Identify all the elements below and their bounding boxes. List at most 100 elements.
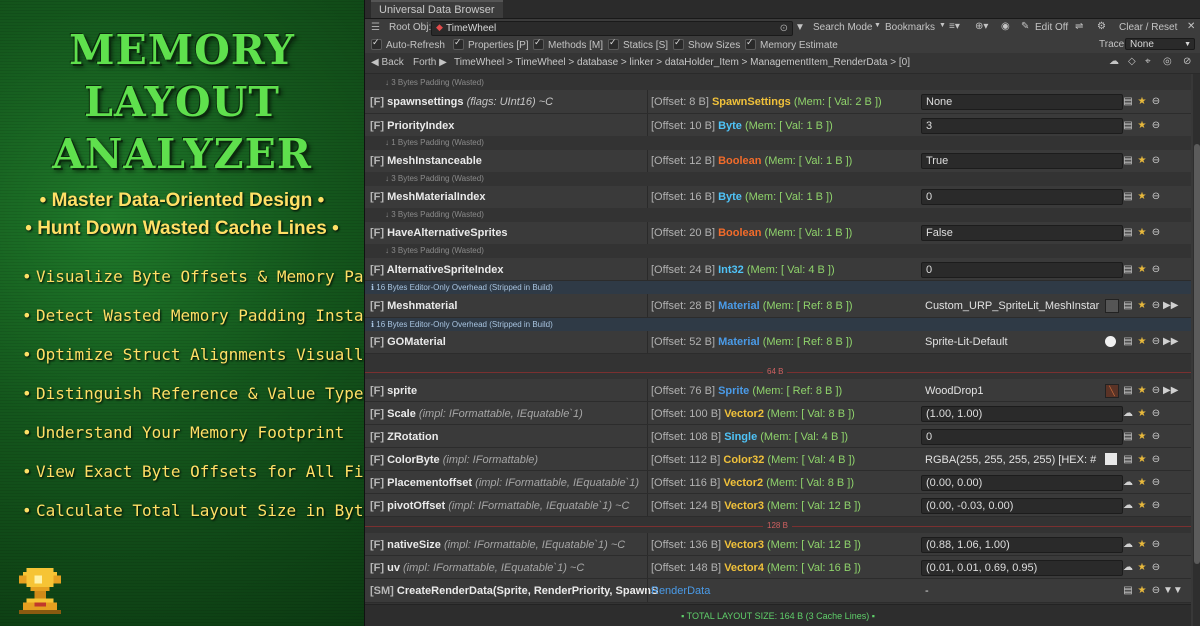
link-icon[interactable]: ⊖ bbox=[1149, 191, 1163, 202]
link-icon[interactable]: ⊖ bbox=[1149, 408, 1163, 419]
copy-icon[interactable]: ▤ bbox=[1121, 300, 1135, 311]
scrollbar[interactable] bbox=[1193, 74, 1200, 626]
field-row[interactable]: [F] nativeSize (impl: IFormattable, IEqu… bbox=[365, 533, 1191, 556]
link-icon[interactable]: ⊖ bbox=[1149, 477, 1163, 488]
link-icon[interactable]: ⊖ bbox=[1149, 585, 1163, 596]
link-icon[interactable]: ⊖ bbox=[1149, 336, 1163, 347]
cloud-icon[interactable]: ☁ bbox=[1109, 56, 1119, 67]
star-icon[interactable]: ★ bbox=[1135, 477, 1149, 488]
window-tab[interactable]: Universal Data Browser bbox=[371, 0, 503, 18]
link-icon[interactable]: ⊖ bbox=[1149, 300, 1163, 311]
copy-icon[interactable]: ▤ bbox=[1121, 96, 1135, 107]
properties-toggle[interactable]: Properties [P] bbox=[453, 37, 529, 51]
refresh-icon[interactable]: ⇌ bbox=[1075, 21, 1083, 32]
link-icon[interactable]: ⊖ bbox=[1149, 227, 1163, 238]
star-icon[interactable]: ★ bbox=[1135, 264, 1149, 275]
field-value-input[interactable]: (1.00, 1.00) bbox=[921, 406, 1123, 422]
copy-icon[interactable]: ▤ bbox=[1121, 454, 1135, 465]
expand-icon[interactable]: ▶▶ bbox=[1163, 385, 1178, 396]
star-icon[interactable]: ★ bbox=[1135, 96, 1149, 107]
link-icon[interactable]: ⊖ bbox=[1149, 155, 1163, 166]
star-icon[interactable]: ★ bbox=[1135, 120, 1149, 131]
color-swatch[interactable] bbox=[1105, 453, 1117, 465]
star-icon[interactable]: ★ bbox=[1135, 336, 1149, 347]
breadcrumb[interactable]: TimeWheel > TimeWheel > database > linke… bbox=[454, 57, 910, 68]
eye-icon[interactable]: ◉ bbox=[1001, 21, 1010, 32]
cloud-icon[interactable]: ☁ bbox=[1121, 539, 1135, 550]
trace-dropdown[interactable]: None ▼ bbox=[1125, 38, 1195, 50]
statics-toggle[interactable]: Statics [S] bbox=[608, 37, 668, 51]
field-value-input[interactable]: (0.00, -0.03, 0.00) bbox=[921, 498, 1123, 514]
link-icon[interactable]: ⊖ bbox=[1149, 500, 1163, 511]
search-mode-dropdown[interactable]: Search Mode bbox=[813, 22, 872, 33]
star-icon[interactable]: ★ bbox=[1135, 431, 1149, 442]
link-icon[interactable]: ⊖ bbox=[1149, 264, 1163, 275]
methods-toggle[interactable]: Methods [M] bbox=[533, 37, 603, 51]
copy-icon[interactable]: ▤ bbox=[1121, 264, 1135, 275]
scrollbar-thumb[interactable] bbox=[1194, 144, 1200, 564]
field-row[interactable]: [F] uv (impl: IFormattable, IEquatable`1… bbox=[365, 556, 1191, 579]
bookmarks-dropdown[interactable]: Bookmarks bbox=[885, 22, 935, 33]
field-row[interactable]: [F] Meshmaterial [Offset: 28 B] Material… bbox=[365, 294, 1191, 318]
field-value-input[interactable]: (0.88, 1.06, 1.00) bbox=[921, 537, 1123, 553]
star-icon[interactable]: ★ bbox=[1135, 300, 1149, 311]
field-value-input[interactable]: 0 bbox=[921, 429, 1123, 445]
star-icon[interactable]: ★ bbox=[1135, 500, 1149, 511]
close-icon[interactable]: ✕ bbox=[1187, 21, 1195, 32]
link-icon[interactable]: ⊖ bbox=[1149, 120, 1163, 131]
brush-icon[interactable]: ⌖ bbox=[1145, 56, 1151, 67]
field-value-input[interactable]: 0 bbox=[921, 189, 1123, 205]
clear-reset-button[interactable]: Clear / Reset bbox=[1119, 22, 1177, 33]
field-row[interactable]: [F] MeshMaterialIndex [Offset: 16 B] Byt… bbox=[365, 186, 1191, 209]
cube-icon[interactable]: ◇ bbox=[1128, 56, 1136, 67]
link-icon[interactable]: ⊖ bbox=[1149, 454, 1163, 465]
cloud-icon[interactable]: ☁ bbox=[1121, 477, 1135, 488]
expand-icon[interactable]: ▶▶ bbox=[1163, 336, 1178, 347]
star-icon[interactable]: ★ bbox=[1135, 191, 1149, 202]
star-icon[interactable]: ★ bbox=[1135, 385, 1149, 396]
link-icon[interactable]: ⊖ bbox=[1149, 431, 1163, 442]
field-value-input[interactable]: False bbox=[921, 225, 1123, 241]
field-row[interactable]: [F] pivotOffset (impl: IFormattable, IEq… bbox=[365, 494, 1191, 517]
copy-icon[interactable]: ▤ bbox=[1121, 431, 1135, 442]
field-value-input[interactable]: (0.01, 0.01, 0.69, 0.95) bbox=[921, 560, 1123, 576]
field-row[interactable]: [F] ColorByte (impl: IFormattable) [Offs… bbox=[365, 448, 1191, 471]
copy-icon[interactable]: ▤ bbox=[1121, 385, 1135, 396]
star-icon[interactable]: ★ bbox=[1135, 408, 1149, 419]
zoom-icon[interactable]: ⊕▾ bbox=[975, 21, 988, 32]
link-icon[interactable]: ⊖ bbox=[1149, 539, 1163, 550]
star-icon[interactable]: ★ bbox=[1135, 227, 1149, 238]
star-icon[interactable]: ★ bbox=[1135, 585, 1149, 596]
expand-down-icon[interactable]: ▼▼ bbox=[1163, 585, 1183, 596]
link-icon[interactable]: ⊖ bbox=[1149, 96, 1163, 107]
cloud-icon[interactable]: ☁ bbox=[1121, 500, 1135, 511]
star-icon[interactable]: ★ bbox=[1135, 454, 1149, 465]
field-value-input[interactable]: (0.00, 0.00) bbox=[921, 475, 1123, 491]
dropdown-icon[interactable]: ▼ bbox=[795, 22, 805, 33]
copy-icon[interactable]: ▤ bbox=[1121, 191, 1135, 202]
field-row[interactable]: [F] spawnsettings (flags: UInt16) ~C [Of… bbox=[365, 90, 1191, 114]
cloud-icon[interactable]: ☁ bbox=[1121, 562, 1135, 573]
cloud-icon[interactable]: ☁ bbox=[1121, 408, 1135, 419]
field-row[interactable]: [F] Placementoffset (impl: IFormattable,… bbox=[365, 471, 1191, 494]
star-icon[interactable]: ★ bbox=[1135, 562, 1149, 573]
expand-icon[interactable]: ▶▶ bbox=[1163, 300, 1178, 311]
copy-icon[interactable]: ▤ bbox=[1121, 585, 1135, 596]
copy-icon[interactable]: ▤ bbox=[1121, 120, 1135, 131]
star-icon[interactable]: ★ bbox=[1135, 155, 1149, 166]
forth-button[interactable]: Forth ▶ bbox=[413, 57, 447, 68]
link-icon[interactable]: ⊘ bbox=[1183, 56, 1191, 67]
field-value-input[interactable]: True bbox=[921, 153, 1123, 169]
memory-estimate-toggle[interactable]: Memory Estimate bbox=[745, 37, 838, 51]
target-icon[interactable]: ⊙ bbox=[780, 22, 788, 35]
field-row[interactable]: [F] AlternativeSpriteIndex [Offset: 24 B… bbox=[365, 258, 1191, 281]
auto-refresh-toggle[interactable]: Auto-Refresh bbox=[371, 37, 445, 51]
field-row[interactable]: [F] HaveAlternativeSprites [Offset: 20 B… bbox=[365, 222, 1191, 245]
link-icon[interactable]: ⊖ bbox=[1149, 562, 1163, 573]
field-value-input[interactable]: 0 bbox=[921, 262, 1123, 278]
field-row[interactable]: [F] Scale (impl: IFormattable, IEquatabl… bbox=[365, 402, 1191, 425]
field-row[interactable]: [F] sprite [Offset: 76 B] Sprite (Mem: [… bbox=[365, 379, 1191, 402]
field-row[interactable]: [F] GOMaterial [Offset: 52 B] Material (… bbox=[365, 331, 1191, 354]
link-icon[interactable]: ⊖ bbox=[1149, 385, 1163, 396]
field-row[interactable]: [F] ZRotation [Offset: 108 B] Single (Me… bbox=[365, 425, 1191, 448]
